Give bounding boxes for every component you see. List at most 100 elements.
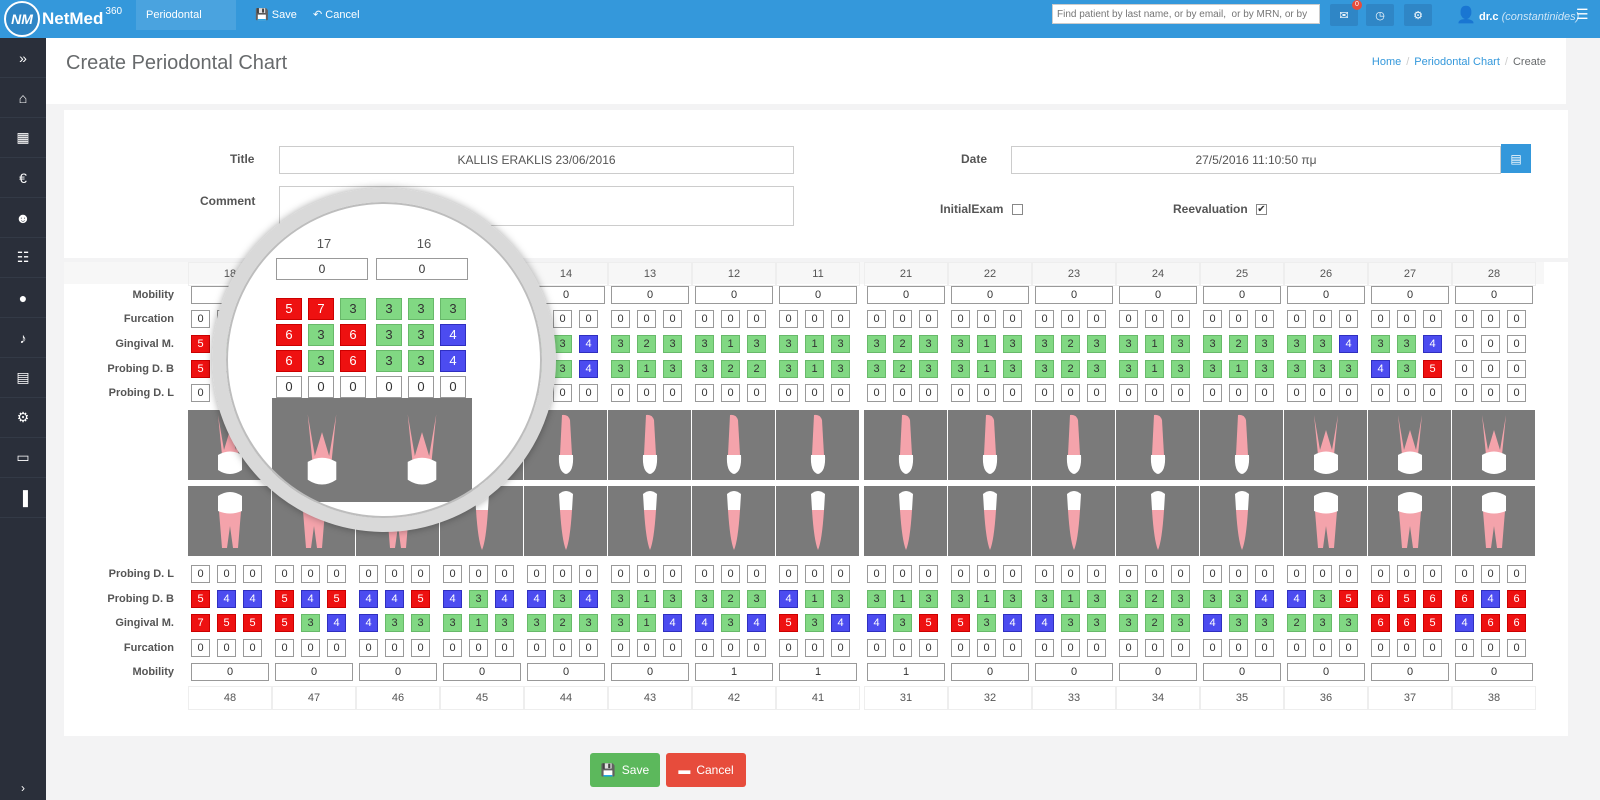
mobility-input[interactable]: 0 xyxy=(359,663,437,681)
furcation-cell[interactable]: 0 xyxy=(1203,639,1222,657)
gingival-cell[interactable]: 3 xyxy=(779,335,798,353)
mobility-input[interactable]: 0 xyxy=(779,286,857,304)
mobility-input[interactable]: 0 xyxy=(1203,663,1281,681)
gingival-cell[interactable]: 3 xyxy=(1119,335,1138,353)
gingival-cell[interactable]: 6 xyxy=(1481,614,1500,632)
magnified-cell[interactable]: 7 xyxy=(308,298,334,320)
probing-b-cell[interactable]: 2 xyxy=(721,360,740,378)
gingival-cell[interactable]: 3 xyxy=(385,614,404,632)
furcation-cell[interactable]: 0 xyxy=(1119,639,1138,657)
gingival-cell[interactable]: 3 xyxy=(1003,335,1022,353)
probing-l-cell[interactable]: 0 xyxy=(1313,384,1332,402)
probing-b-cell[interactable]: 3 xyxy=(1003,590,1022,608)
gingival-cell[interactable]: 4 xyxy=(695,614,714,632)
probing-l-cell[interactable]: 0 xyxy=(1119,565,1138,583)
probing-b-cell[interactable]: 3 xyxy=(747,590,766,608)
probing-l-cell[interactable]: 0 xyxy=(1061,565,1080,583)
furcation-cell[interactable]: 0 xyxy=(805,310,824,328)
furcation-cell[interactable]: 0 xyxy=(611,310,630,328)
probing-b-cell[interactable]: 3 xyxy=(1087,590,1106,608)
probing-b-cell[interactable]: 3 xyxy=(919,360,938,378)
probing-l-cell[interactable]: 0 xyxy=(1203,565,1222,583)
gingival-cell[interactable]: 3 xyxy=(1397,335,1416,353)
gingival-cell[interactable]: 2 xyxy=(1061,335,1080,353)
gingival-cell[interactable]: 3 xyxy=(527,614,546,632)
probing-l-cell[interactable]: 0 xyxy=(637,565,656,583)
gingival-cell[interactable]: 3 xyxy=(721,614,740,632)
probing-b-cell[interactable]: 4 xyxy=(217,590,236,608)
sidebar-item-sitemap[interactable]: ☷ xyxy=(0,238,46,278)
furcation-cell[interactable]: 0 xyxy=(579,310,598,328)
furcation-cell[interactable]: 0 xyxy=(919,310,938,328)
probing-l-cell[interactable]: 0 xyxy=(867,565,886,583)
furcation-cell[interactable]: 0 xyxy=(867,310,886,328)
probing-b-cell[interactable]: 3 xyxy=(779,360,798,378)
furcation-cell[interactable]: 0 xyxy=(1003,639,1022,657)
magnified-cell[interactable]: 4 xyxy=(440,324,466,346)
gingival-cell[interactable]: 4 xyxy=(831,614,850,632)
mobility-input[interactable]: 1 xyxy=(779,663,857,681)
furcation-cell[interactable]: 0 xyxy=(359,639,378,657)
probing-l-cell[interactable]: 0 xyxy=(1339,565,1358,583)
furcation-cell[interactable]: 0 xyxy=(1455,310,1474,328)
gingival-cell[interactable]: 3 xyxy=(1203,335,1222,353)
probing-b-cell[interactable]: 6 xyxy=(1507,590,1526,608)
mobility-input[interactable]: 0 xyxy=(1371,286,1449,304)
probing-l-cell[interactable]: 0 xyxy=(1087,565,1106,583)
probing-l-cell[interactable]: 0 xyxy=(191,384,210,402)
probing-b-cell[interactable]: 5 xyxy=(1423,360,1442,378)
gingival-cell[interactable]: 3 xyxy=(663,335,682,353)
furcation-cell[interactable]: 0 xyxy=(867,639,886,657)
gingival-cell[interactable]: 3 xyxy=(1035,335,1054,353)
furcation-cell[interactable]: 0 xyxy=(611,639,630,657)
mobility-input[interactable]: 1 xyxy=(867,663,945,681)
probing-l-cell[interactable]: 0 xyxy=(893,384,912,402)
probing-l-cell[interactable]: 0 xyxy=(1145,384,1164,402)
gingival-cell[interactable]: 3 xyxy=(553,335,572,353)
probing-l-cell[interactable]: 0 xyxy=(1313,565,1332,583)
probing-l-cell[interactable]: 0 xyxy=(1061,384,1080,402)
gingival-cell[interactable]: 3 xyxy=(1313,335,1332,353)
probing-l-cell[interactable]: 0 xyxy=(1423,384,1442,402)
probing-l-cell[interactable]: 0 xyxy=(1003,565,1022,583)
gingival-cell[interactable]: 2 xyxy=(637,335,656,353)
furcation-cell[interactable]: 0 xyxy=(1423,310,1442,328)
gingival-cell[interactable]: 3 xyxy=(893,614,912,632)
furcation-cell[interactable]: 0 xyxy=(1061,310,1080,328)
furcation-cell[interactable]: 0 xyxy=(1481,310,1500,328)
probing-l-cell[interactable]: 0 xyxy=(1481,565,1500,583)
probing-l-cell[interactable]: 0 xyxy=(721,384,740,402)
probing-l-cell[interactable]: 0 xyxy=(1507,565,1526,583)
probing-l-cell[interactable]: 0 xyxy=(1287,565,1306,583)
magnified-cell[interactable]: 3 xyxy=(440,298,466,320)
gingival-cell[interactable]: 3 xyxy=(1171,614,1190,632)
probing-l-cell[interactable]: 0 xyxy=(721,565,740,583)
magnified-mobility-input[interactable]: 0 xyxy=(276,258,368,280)
probing-b-cell[interactable]: 3 xyxy=(1003,360,1022,378)
probing-b-cell[interactable]: 0 xyxy=(1455,360,1474,378)
probing-b-cell[interactable]: 4 xyxy=(385,590,404,608)
probing-b-cell[interactable]: 1 xyxy=(893,590,912,608)
gingival-cell[interactable]: 1 xyxy=(721,335,740,353)
gingival-cell[interactable]: 3 xyxy=(301,614,320,632)
gingival-cell[interactable]: 2 xyxy=(1145,614,1164,632)
mobility-input[interactable]: 0 xyxy=(1287,663,1365,681)
mobility-input[interactable]: 0 xyxy=(275,663,353,681)
probing-b-cell[interactable]: 4 xyxy=(495,590,514,608)
probing-b-cell[interactable]: 5 xyxy=(327,590,346,608)
probing-b-cell[interactable]: 1 xyxy=(1145,360,1164,378)
furcation-cell[interactable]: 0 xyxy=(527,639,546,657)
furcation-cell[interactable]: 0 xyxy=(469,639,488,657)
probing-l-cell[interactable]: 0 xyxy=(1003,384,1022,402)
probing-l-cell[interactable]: 0 xyxy=(1455,384,1474,402)
probing-l-cell[interactable]: 0 xyxy=(779,565,798,583)
magnified-mobility-input[interactable]: 0 xyxy=(376,258,468,280)
gingival-cell[interactable]: 2 xyxy=(893,335,912,353)
probing-l-cell[interactable]: 0 xyxy=(553,384,572,402)
furcation-cell[interactable]: 0 xyxy=(1313,639,1332,657)
probing-b-cell[interactable]: 1 xyxy=(977,590,996,608)
date-input[interactable]: 27/5/2016 11:10:50 πμ xyxy=(1011,146,1501,174)
mobility-input[interactable]: 0 xyxy=(611,286,689,304)
user-menu[interactable]: 👤 dr.c (constantinides) xyxy=(1456,0,1579,30)
probing-l-cell[interactable]: 0 xyxy=(527,565,546,583)
